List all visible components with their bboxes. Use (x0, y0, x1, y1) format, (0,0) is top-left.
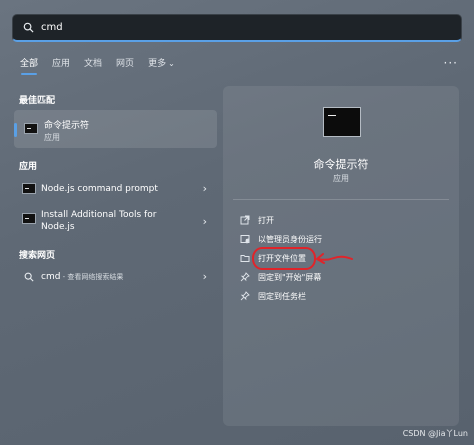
selection-indicator (14, 123, 17, 137)
app-item-label-line1: Install Additional Tools for (41, 210, 157, 220)
chevron-right-icon[interactable]: › (203, 270, 207, 283)
preview-title: 命令提示符 (313, 158, 369, 171)
chevron-right-icon[interactable]: › (203, 215, 207, 228)
search-input[interactable]: cmd (41, 22, 63, 33)
tab-all[interactable]: 全部 (20, 56, 38, 75)
watermark: CSDN @Jia丫Lun (402, 429, 468, 438)
command-prompt-icon (24, 123, 38, 134)
action-open[interactable]: 打开 (239, 212, 274, 228)
tab-apps[interactable]: 应用 (52, 56, 70, 73)
command-prompt-icon (22, 213, 36, 224)
preview-subtitle: 应用 (333, 174, 349, 183)
command-prompt-icon (22, 183, 36, 194)
action-pin-to-taskbar[interactable]: 固定到任务栏 (239, 288, 306, 304)
app-item-install-tools[interactable]: Install Additional Tools for Node.js › (14, 206, 217, 240)
search-icon (21, 21, 35, 35)
action-open-label: 打开 (258, 215, 274, 225)
section-web: 搜索网页 (19, 251, 56, 261)
search-box[interactable]: cmd (12, 14, 462, 42)
tab-documents[interactable]: 文档 (84, 56, 102, 73)
tab-web[interactable]: 网页 (116, 56, 134, 73)
section-best-match: 最佳匹配 (19, 96, 56, 106)
tab-more[interactable]: 更多 ⌄ (148, 56, 175, 73)
open-icon (239, 214, 251, 226)
pin-icon (239, 290, 251, 302)
web-search-hint: - 查看网络搜索结果 (60, 273, 124, 281)
chevron-right-icon[interactable]: › (203, 182, 207, 195)
action-run-as-admin-label: 以管理员身份运行 (258, 234, 322, 244)
best-match-subtitle: 应用 (44, 133, 60, 142)
admin-shield-icon (239, 233, 251, 245)
annotation-arrow-icon (316, 253, 353, 264)
app-item-label: Install Additional Tools for Node.js (41, 209, 156, 233)
app-item-label-line2: Node.js (41, 222, 75, 232)
more-options-icon[interactable]: ··· (444, 56, 458, 70)
chevron-down-icon: ⌄ (168, 59, 175, 68)
filter-tabs: 全部 应用 文档 网页 更多 ⌄ (20, 56, 175, 75)
action-pin-to-taskbar-label: 固定到任务栏 (258, 291, 306, 301)
section-apps: 应用 (19, 162, 38, 172)
action-pin-to-start-label: 固定到"开始"屏幕 (258, 272, 322, 282)
action-pin-to-start[interactable]: 固定到"开始"屏幕 (239, 269, 321, 285)
folder-icon (239, 252, 251, 264)
pin-icon (239, 271, 251, 283)
annotation-circle (252, 247, 316, 270)
best-match-title: 命令提示符 (44, 121, 90, 131)
command-prompt-icon (323, 107, 361, 137)
divider (233, 199, 449, 200)
web-search-query: cmd (41, 272, 61, 282)
tab-more-label: 更多 (148, 59, 167, 69)
search-icon (23, 271, 35, 283)
best-match-item[interactable]: 命令提示符 应用 (14, 110, 217, 148)
web-search-item[interactable]: cmd - 查看网络搜索结果 › (14, 266, 217, 288)
app-item-label: Node.js command prompt (41, 184, 158, 194)
action-run-as-admin[interactable]: 以管理员身份运行 (239, 231, 322, 247)
app-item-nodejs-prompt[interactable]: Node.js command prompt › (14, 176, 217, 202)
web-search-label: cmd - 查看网络搜索结果 (41, 272, 123, 282)
